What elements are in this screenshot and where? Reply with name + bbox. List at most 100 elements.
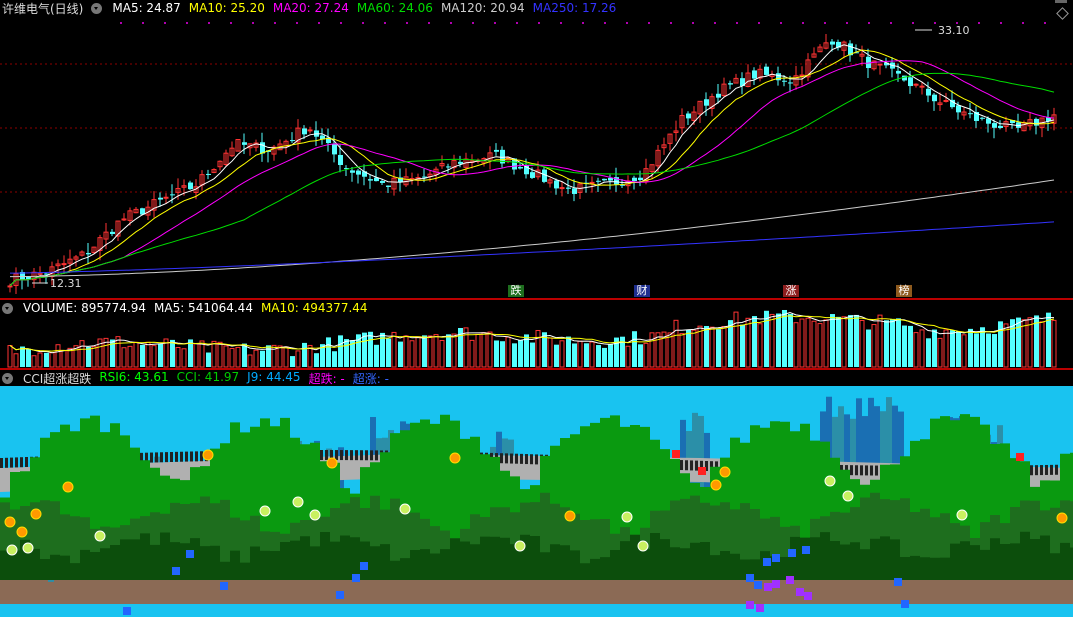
volume-bar <box>151 345 157 368</box>
candle-body <box>752 70 757 79</box>
volume-bar <box>811 320 817 368</box>
volume-bar <box>469 339 475 368</box>
indicator-chart[interactable] <box>0 370 1073 617</box>
hatch-bar <box>175 451 178 462</box>
volume-bar <box>512 343 517 367</box>
candle-body <box>704 99 709 106</box>
candle-body <box>913 83 919 86</box>
volume-bar <box>817 323 823 368</box>
candle-body <box>716 93 721 98</box>
apple-marker <box>399 503 411 515</box>
candle-body <box>602 178 607 181</box>
volume-bar <box>691 329 697 368</box>
cross-marker <box>772 580 780 588</box>
volume-bar <box>980 327 985 367</box>
volume-bar <box>368 331 373 367</box>
top-marker-dot <box>362 22 364 24</box>
candle-body <box>559 187 565 190</box>
volume-bar <box>253 349 259 368</box>
candle-body <box>926 88 931 96</box>
indicator-title: CCI超涨超跌 <box>23 371 92 386</box>
volume-bar <box>391 331 397 368</box>
collapse-icon[interactable] <box>91 2 103 14</box>
candle-body <box>638 177 643 181</box>
volume-bar <box>362 332 367 367</box>
volume-bar <box>740 324 745 367</box>
volume-bar <box>974 333 979 367</box>
volume-bar <box>247 354 253 368</box>
volume-bar <box>937 337 943 368</box>
volume-bar <box>782 309 787 367</box>
volume-bar <box>13 353 19 368</box>
hatch-bar <box>850 465 853 476</box>
candle-body <box>877 63 883 66</box>
candle-body <box>356 170 361 175</box>
volume-bar <box>919 329 925 368</box>
cross-marker <box>754 581 762 589</box>
volume-bar <box>1016 317 1021 367</box>
orange-marker <box>62 481 74 493</box>
orange-marker <box>30 508 42 520</box>
apple-marker <box>259 505 271 517</box>
indicator-label: 超跌: - <box>308 371 345 386</box>
volume-bar <box>451 333 457 368</box>
candle-body <box>206 173 211 175</box>
red-cross-marker <box>672 450 680 458</box>
hatch-bar <box>160 452 163 463</box>
top-marker-dot <box>516 22 518 24</box>
volume-bar <box>679 333 685 368</box>
top-marker-dot <box>736 22 738 24</box>
volume-bar <box>518 340 523 367</box>
hatch-bar <box>320 450 323 461</box>
volume-bar <box>386 338 391 367</box>
signal-marker: 跌 <box>508 285 524 297</box>
top-marker-dot <box>164 22 166 24</box>
hatch-bar <box>150 452 153 463</box>
hatch-bar <box>1055 464 1058 475</box>
hatch-bar <box>355 450 358 461</box>
ma-line <box>10 221 1055 274</box>
candle-body <box>919 85 925 88</box>
hatch-bar <box>510 453 513 464</box>
volume-bar <box>530 342 535 367</box>
hatch-bar <box>345 450 348 461</box>
candle-body <box>830 41 835 45</box>
hatch-bar <box>1050 464 1053 475</box>
cross-marker <box>123 607 131 615</box>
hatch-bar <box>350 450 353 461</box>
top-marker-dot <box>582 22 584 24</box>
volume-bar <box>26 349 31 367</box>
indicator-panel[interactable]: CCI超涨超跌 RSI6: 43.61 CCI: 41.97 J9: 44.45 超跌… <box>0 370 1073 617</box>
price-chart[interactable] <box>0 0 1073 298</box>
top-marker-dot <box>560 22 562 24</box>
hatch-bar <box>185 451 188 462</box>
hatch-bar <box>695 460 698 471</box>
cross-marker <box>802 546 810 554</box>
volume-panel[interactable]: VOLUME: 895774.94 MA5: 541064.44 MA10: 494… <box>0 300 1073 368</box>
volume-bar <box>290 356 295 367</box>
volume-bar <box>344 339 349 367</box>
volume-bar <box>158 343 163 367</box>
top-marker-dot <box>824 22 826 24</box>
hatch-bar <box>1045 464 1048 475</box>
indicator-header: CCI超涨超跌 RSI6: 43.61 CCI: 41.97 J9: 44.45 超跌… <box>0 370 389 386</box>
volume-label: MA10: 494377.44 <box>260 301 368 315</box>
apple-marker <box>94 530 106 542</box>
window-control-icon[interactable] <box>1055 0 1067 3</box>
price-chart-panel[interactable]: 许维电气(日线) MA5: 24.87 MA10: 25.20 MA20: 27.2… <box>0 0 1073 298</box>
volume-bar <box>998 321 1003 367</box>
hatch-bar <box>680 460 683 471</box>
volume-label: VOLUME: 895774.94 <box>23 301 146 315</box>
collapse-icon[interactable] <box>2 302 13 314</box>
volume-bar <box>823 319 829 368</box>
candle-body <box>61 263 67 266</box>
volume-bar <box>638 344 643 367</box>
volume-bar <box>314 353 319 367</box>
volume-bar <box>848 315 853 367</box>
cross-marker <box>352 574 360 582</box>
red-cross-marker <box>1016 453 1024 461</box>
volume-bar <box>805 317 811 368</box>
volume-bar <box>554 344 559 367</box>
collapse-icon[interactable] <box>2 372 13 384</box>
hatch-bar <box>325 450 328 461</box>
